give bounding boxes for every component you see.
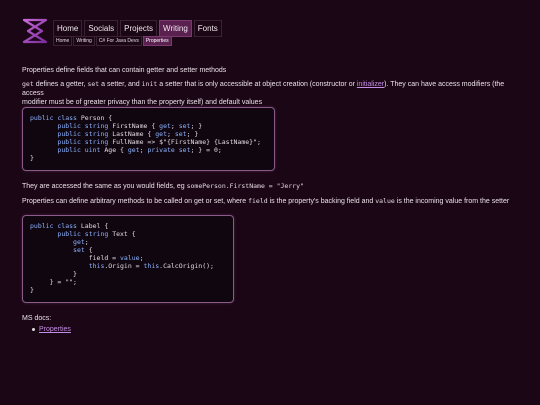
code-block-person: public class Person { public string Firs… [22,107,275,171]
initializer-link[interactable]: initializer [357,81,384,88]
text: They are accessed the same as you would … [22,183,187,190]
code-line: get; [73,238,89,246]
nav-writing[interactable]: Writing [159,20,192,37]
code-line: } = ""; [30,278,77,286]
intro-paragraph: Properties define fields that can contai… [22,67,227,74]
accessor-paragraph: get defines a getter, set a setter, and … [22,80,522,107]
breadcrumb: Home Writing C# For Java Devs Properties [53,36,173,46]
code-line: } [30,286,34,294]
code-line: } [30,270,77,278]
code-line: public string LastName { get; set; } [57,130,199,138]
code-line: public uint Age { get; private set; } = … [57,146,222,154]
code-get: get [22,80,34,88]
nav-socials[interactable]: Socials [84,20,119,37]
code-set: set [87,80,100,88]
code-block-label: public class Label { public string Text … [22,215,234,303]
code-line: public string FullName => $"{FirstName} … [57,138,261,146]
nav-fonts[interactable]: Fonts [193,20,222,37]
text: a setter, and [99,81,142,88]
ms-docs-label: MS docs: [22,315,52,322]
code-value: value [375,197,395,205]
site-logo[interactable] [22,18,48,44]
text: a setter that is only accessible at obje… [157,81,357,88]
access-paragraph: They are accessed the same as you would … [22,182,304,191]
nav-home[interactable]: Home [53,20,83,37]
text: modifier must be of greater privacy than… [22,99,263,106]
code-line: } [30,154,34,162]
text: defines a getter, [33,81,88,88]
methods-paragraph: Properties can define arbitrary methods … [22,197,509,206]
breadcrumb-home[interactable]: Home [53,36,73,46]
code-line: public string Text { [57,230,136,238]
properties-docs-link[interactable]: Properties [39,326,71,333]
text: Properties can define arbitrary methods … [22,198,249,205]
main-nav: Home Socials Projects Writing Fonts [53,20,224,37]
code-field: field [248,197,268,205]
code-line: public class Person { [30,114,113,122]
list-item: Properties [32,326,71,333]
code-line: field = value; [30,254,144,262]
text: is the property's backing field and [267,198,376,205]
code-line: public string FirstName { get; set; } [57,122,203,130]
breadcrumb-current[interactable]: Properties [142,36,172,46]
code-example: somePerson.FirstName = "Jerry" [186,182,304,190]
code-line: this.Origin = this.CalcOrigin(); [88,262,214,270]
text: is the incoming value from the setter [394,198,510,205]
nav-projects[interactable]: Projects [120,20,158,37]
code-init: init [141,80,158,88]
code-line: public class Label { [30,222,109,230]
code-line: set { [73,246,93,254]
docs-links-list: Properties [32,326,71,333]
breadcrumb-writing[interactable]: Writing [73,36,95,46]
breadcrumb-series[interactable]: C# For Java Devs [95,36,142,46]
bullet-icon [32,328,35,331]
